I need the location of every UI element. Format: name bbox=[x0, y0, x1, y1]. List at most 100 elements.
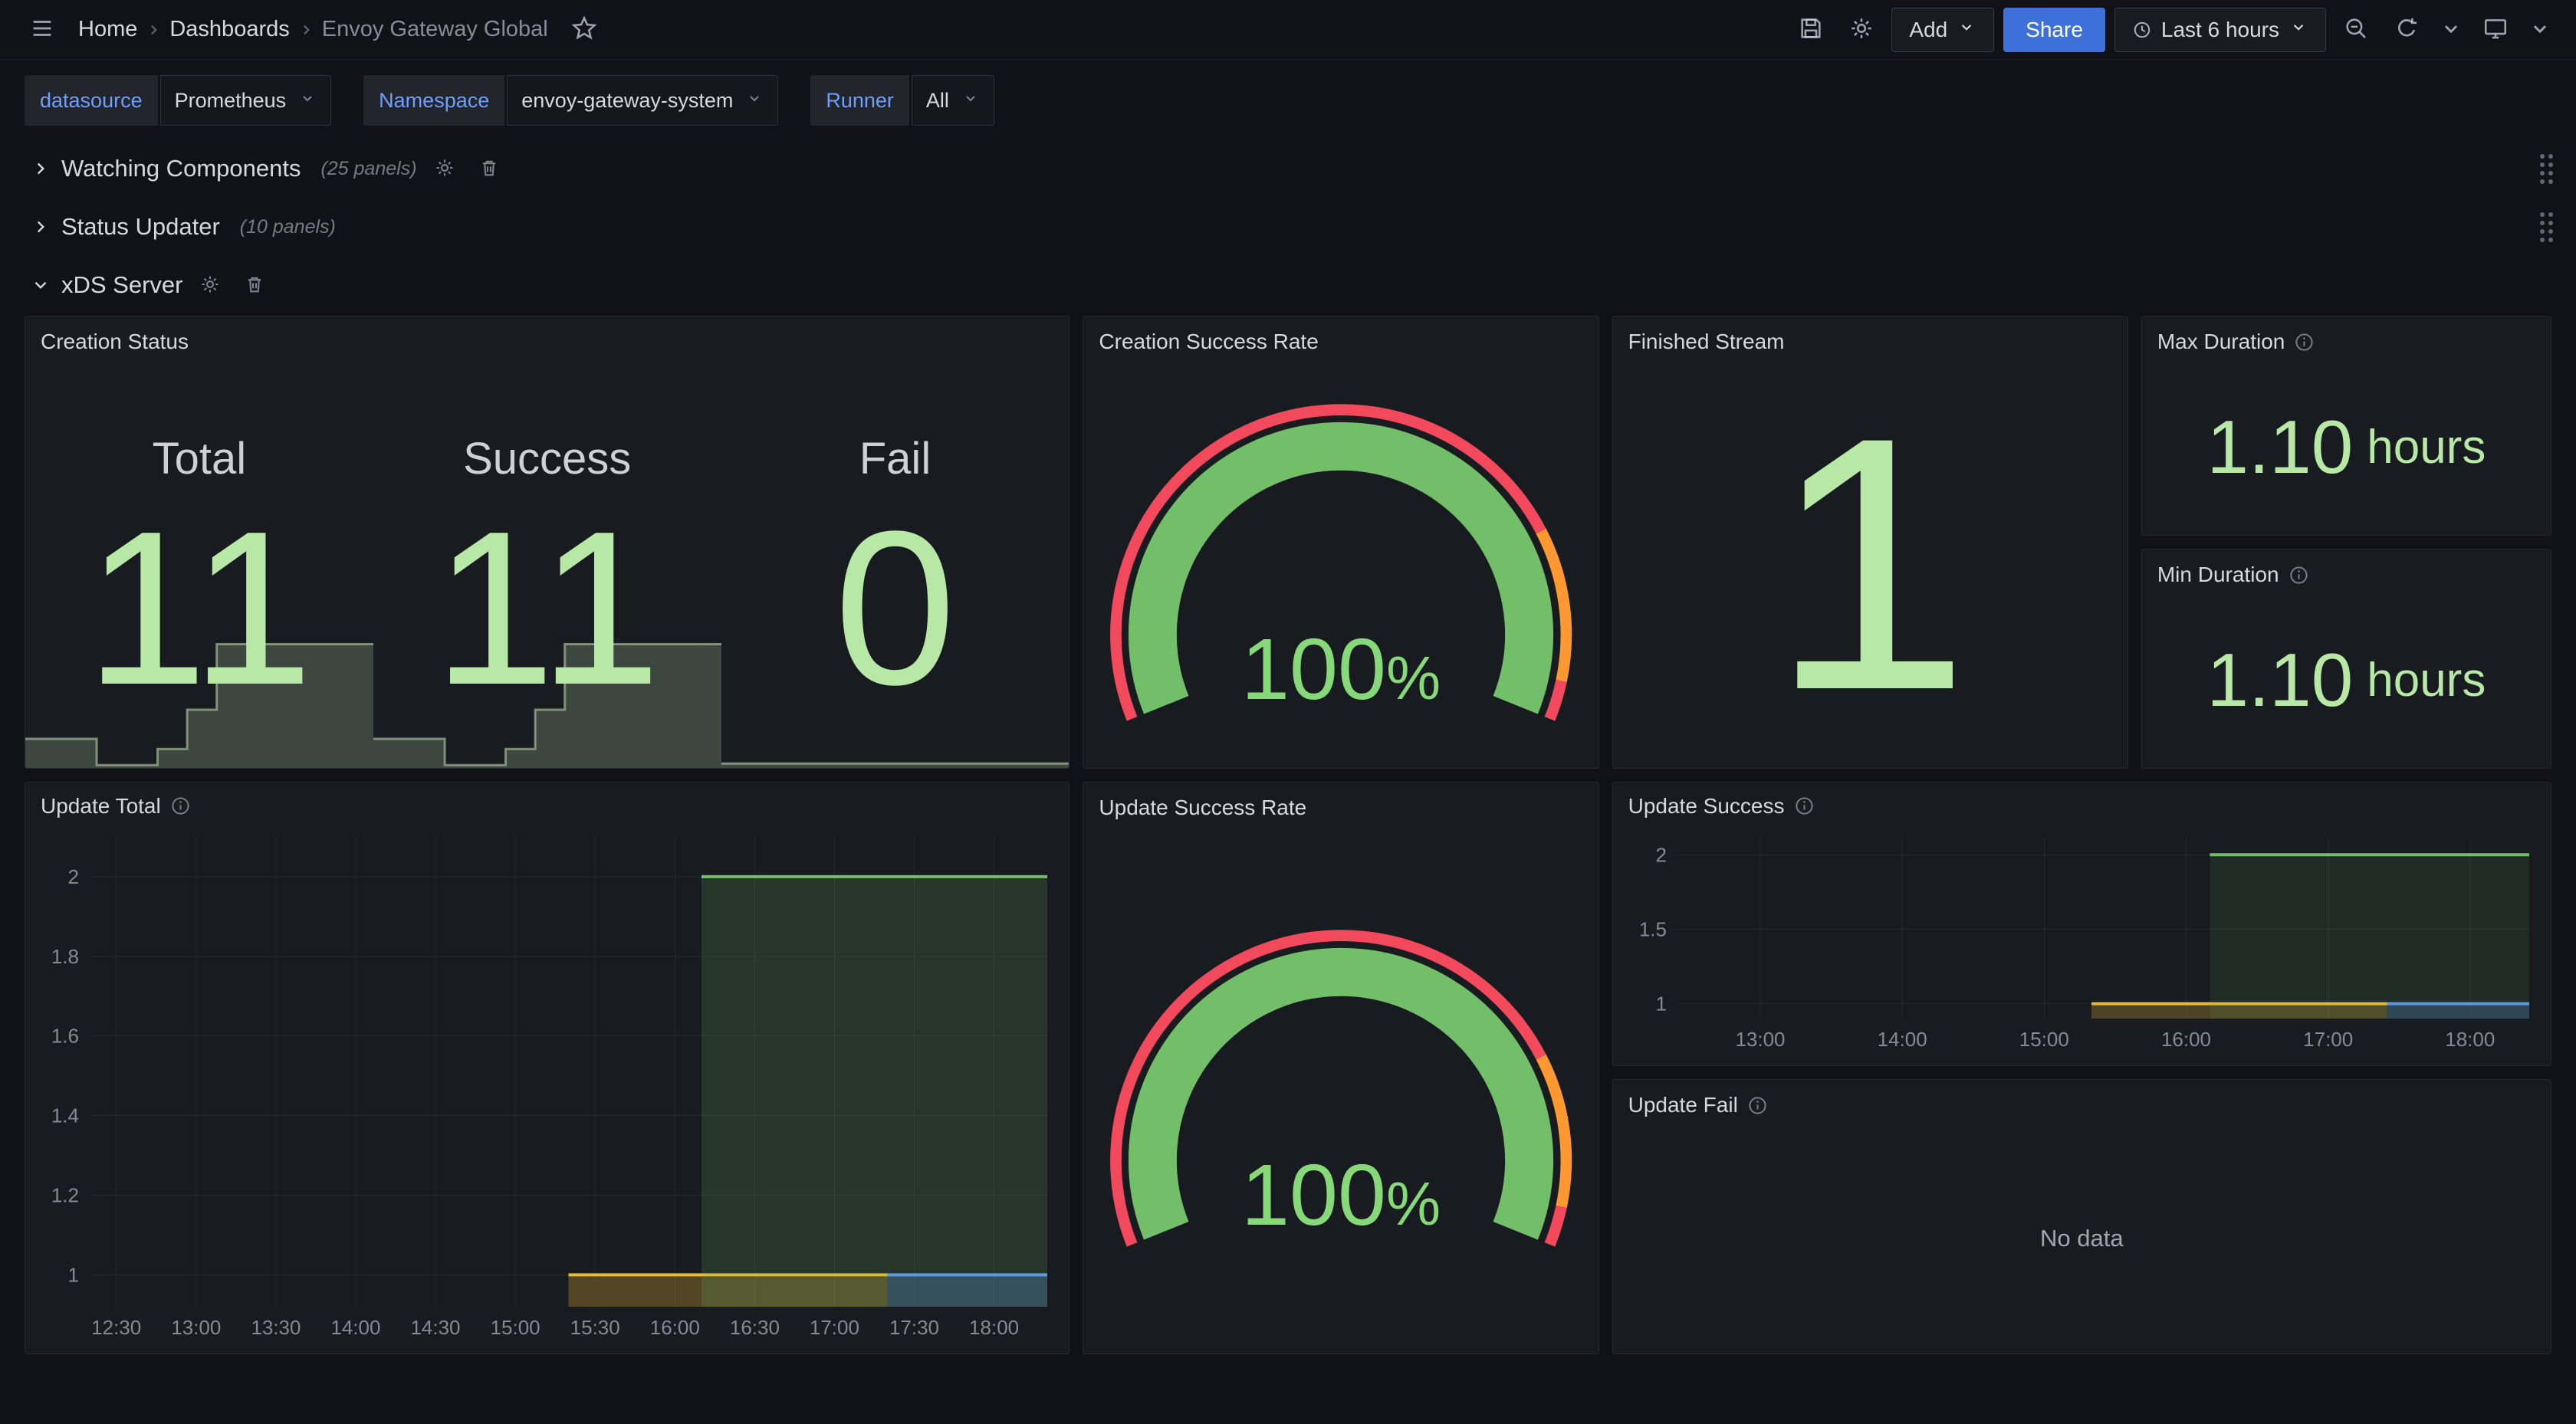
row-title: xDS Server bbox=[61, 271, 182, 299]
info-icon[interactable] bbox=[2294, 332, 2315, 353]
row-settings-button[interactable] bbox=[428, 152, 462, 185]
collapse-nav-button[interactable] bbox=[2525, 9, 2555, 51]
no-data-message: No data bbox=[1613, 1123, 2551, 1353]
stat-value: 1.10 bbox=[2206, 637, 2353, 723]
share-button-label: Share bbox=[2026, 18, 2083, 42]
top-nav: Home Dashboards Envoy Gateway Global bbox=[0, 0, 2576, 60]
zoom-out-button[interactable] bbox=[2335, 9, 2377, 51]
stat-value: 11 bbox=[433, 515, 661, 701]
stat-value: 0 bbox=[834, 515, 956, 701]
refresh-button[interactable] bbox=[2386, 9, 2427, 51]
panel-title: Update Fail bbox=[1628, 1093, 1738, 1117]
chevron-down-icon bbox=[2438, 15, 2464, 44]
variable-runner: Runner All bbox=[810, 75, 994, 126]
gauge: 100% bbox=[1083, 359, 1598, 768]
timeseries-chart: 11.5213:0014:0015:0016:0017:0018:00 bbox=[1621, 825, 2543, 1061]
info-icon[interactable] bbox=[170, 796, 191, 816]
svg-text:17:30: 17:30 bbox=[889, 1316, 939, 1339]
breadcrumb-dashboards[interactable]: Dashboards bbox=[169, 17, 289, 42]
row-drag-handle[interactable] bbox=[2540, 154, 2553, 184]
svg-text:14:30: 14:30 bbox=[410, 1316, 460, 1339]
stat-total: Total 11 bbox=[25, 359, 373, 768]
svg-text:12:30: 12:30 bbox=[91, 1316, 141, 1339]
svg-text:16:30: 16:30 bbox=[730, 1316, 780, 1339]
variable-namespace: Namespace envoy-gateway-system bbox=[363, 75, 778, 126]
variable-datasource-label: datasource bbox=[25, 75, 158, 126]
panel-title: Finished Stream bbox=[1628, 330, 1785, 354]
kiosk-mode-button[interactable] bbox=[2475, 9, 2516, 51]
chevron-right-icon bbox=[31, 217, 51, 237]
stat-min-duration: 1.10 hours bbox=[2142, 592, 2551, 768]
svg-text:2: 2 bbox=[1655, 843, 1666, 866]
panel-update-total: Update Total 11.21.41.61.8212:3013:0013:… bbox=[25, 782, 1070, 1354]
panel-header[interactable]: Creation Success Rate bbox=[1083, 317, 1598, 359]
row-drag-handle[interactable] bbox=[2540, 212, 2553, 242]
row-title: Watching Components bbox=[61, 155, 301, 182]
svg-text:1.5: 1.5 bbox=[1638, 917, 1666, 940]
clock-icon bbox=[2132, 20, 2152, 40]
panel-header[interactable]: Min Duration bbox=[2142, 550, 2551, 592]
row-watching-components[interactable]: Watching Components (25 panels) bbox=[0, 139, 2576, 198]
svg-text:1: 1 bbox=[68, 1263, 79, 1286]
panel-header[interactable]: Update Success Rate bbox=[1083, 783, 1598, 825]
row-settings-button[interactable] bbox=[193, 268, 227, 302]
svg-text:15:00: 15:00 bbox=[2019, 1028, 2068, 1051]
panel-header[interactable]: Finished Stream bbox=[1613, 317, 2128, 359]
row-delete-button[interactable] bbox=[238, 268, 271, 302]
variable-datasource-select[interactable]: Prometheus bbox=[160, 75, 332, 126]
dashboard-grid: Creation Status Total 11 Success 11 Fail… bbox=[0, 314, 2576, 1354]
svg-text:13:00: 13:00 bbox=[1735, 1028, 1785, 1051]
svg-text:16:00: 16:00 bbox=[2161, 1028, 2211, 1051]
breadcrumb-current: Envoy Gateway Global bbox=[322, 17, 548, 42]
panel-title: Min Duration bbox=[2157, 563, 2279, 587]
save-icon bbox=[1798, 15, 1824, 44]
variable-namespace-select[interactable]: envoy-gateway-system bbox=[507, 75, 778, 126]
svg-text:100%: 100% bbox=[1241, 1147, 1441, 1244]
breadcrumb-home[interactable]: Home bbox=[78, 17, 137, 42]
refresh-interval-dropdown[interactable] bbox=[2436, 9, 2466, 51]
share-button[interactable]: Share bbox=[2003, 8, 2105, 52]
save-dashboard-button[interactable] bbox=[1790, 9, 1832, 51]
panel-title: Creation Status bbox=[41, 330, 189, 354]
panel-header[interactable]: Creation Status bbox=[25, 317, 1069, 359]
svg-text:1.8: 1.8 bbox=[51, 945, 79, 968]
variable-namespace-label: Namespace bbox=[363, 75, 504, 126]
chevron-right-icon bbox=[143, 20, 163, 40]
panel-header[interactable]: Max Duration bbox=[2142, 317, 2551, 359]
dashboard-settings-button[interactable] bbox=[1841, 9, 1882, 51]
time-range-picker[interactable]: Last 6 hours bbox=[2114, 8, 2326, 52]
menu-toggle-button[interactable] bbox=[21, 9, 63, 51]
favorite-star-button[interactable] bbox=[564, 9, 605, 51]
stat-label: Total bbox=[153, 433, 247, 484]
variable-runner-select[interactable]: All bbox=[912, 75, 994, 126]
svg-text:15:30: 15:30 bbox=[570, 1316, 620, 1339]
variable-runner-value: All bbox=[926, 89, 949, 113]
panel-header[interactable]: Update Fail bbox=[1613, 1080, 2551, 1123]
trash-icon bbox=[244, 274, 265, 297]
info-icon[interactable] bbox=[1794, 796, 1815, 816]
panel-header[interactable]: Update Total bbox=[25, 783, 1069, 822]
row-panel-count: (10 panels) bbox=[240, 216, 336, 238]
svg-text:14:00: 14:00 bbox=[330, 1316, 380, 1339]
info-icon[interactable] bbox=[2288, 565, 2309, 586]
row-delete-button[interactable] bbox=[472, 152, 506, 185]
hamburger-icon bbox=[29, 15, 55, 44]
variable-datasource-value: Prometheus bbox=[175, 89, 287, 113]
svg-text:13:30: 13:30 bbox=[251, 1316, 301, 1339]
time-range-label: Last 6 hours bbox=[2161, 18, 2279, 42]
row-xds-server[interactable]: xDS Server bbox=[0, 256, 2576, 314]
gauge: 100% bbox=[1083, 825, 1598, 1353]
panel-title: Max Duration bbox=[2157, 330, 2285, 354]
svg-text:2: 2 bbox=[68, 865, 79, 888]
row-status-updater[interactable]: Status Updater (10 panels) bbox=[0, 198, 2576, 256]
stat-value: 1.10 bbox=[2206, 404, 2353, 491]
svg-text:16:00: 16:00 bbox=[650, 1316, 700, 1339]
panel-header[interactable]: Update Success bbox=[1613, 783, 2551, 822]
info-icon[interactable] bbox=[1747, 1095, 1768, 1116]
gear-icon bbox=[1848, 15, 1875, 44]
stat-label: Success bbox=[463, 433, 631, 484]
svg-text:18:00: 18:00 bbox=[969, 1316, 1019, 1339]
add-button-label: Add bbox=[1909, 18, 1947, 42]
panel-title: Update Success bbox=[1628, 794, 1785, 819]
add-button[interactable]: Add bbox=[1891, 8, 1994, 52]
